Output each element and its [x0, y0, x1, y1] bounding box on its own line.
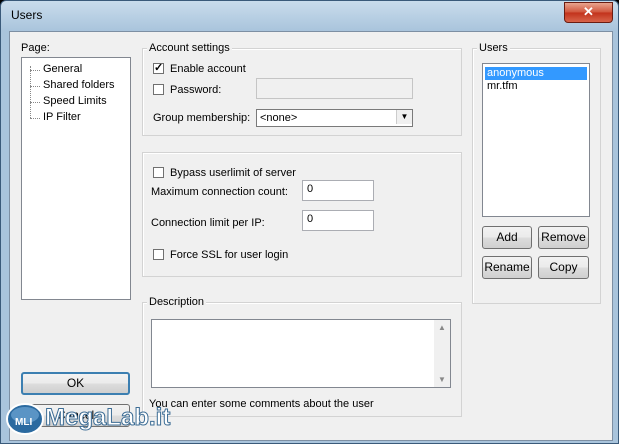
description-group: Description ▲ ▼ You can enter some comme…: [142, 296, 462, 417]
connection-limits-group: Bypass userlimit of server Maximum conne…: [142, 152, 462, 277]
copy-user-button[interactable]: Copy: [538, 256, 589, 279]
megalab-logo-icon: MLI MegaLab.it: [6, 403, 171, 435]
tree-item-shared-folders[interactable]: Shared folders: [43, 79, 115, 91]
max-connection-field[interactable]: 0: [302, 180, 374, 201]
title-bar[interactable]: Users ✕: [1, 1, 618, 31]
chevron-down-icon[interactable]: ▼: [396, 110, 412, 124]
password-checkbox[interactable]: [153, 84, 164, 95]
user-list-item-selected[interactable]: anonymous: [485, 67, 587, 80]
description-textarea[interactable]: ▲ ▼: [151, 319, 451, 388]
tree-connector: [30, 86, 40, 87]
tree-item-general[interactable]: General: [43, 63, 82, 75]
tree-vertical-line: [30, 66, 31, 118]
tree-item-speed-limits[interactable]: Speed Limits: [43, 95, 107, 107]
force-ssl-label: Force SSL for user login: [170, 249, 289, 261]
dialog-client-area: Page: General Shared folders Speed Limit…: [9, 31, 613, 441]
remove-user-button[interactable]: Remove: [538, 226, 589, 249]
tree-connector: [30, 70, 40, 71]
users-group: Users anonymous mr.tfm Add Remove Rename…: [472, 42, 601, 304]
force-ssl-checkbox[interactable]: [153, 249, 164, 260]
bypass-userlimit-checkbox[interactable]: [153, 167, 164, 178]
group-membership-label: Group membership:: [153, 112, 251, 124]
users-legend: Users: [477, 42, 510, 54]
account-settings-group: Account settings ✓ Enable account Passwo…: [142, 42, 462, 136]
rename-user-button[interactable]: Rename: [482, 256, 532, 279]
description-scrollbar[interactable]: ▲ ▼: [434, 320, 450, 387]
password-field[interactable]: [256, 78, 413, 99]
tree-item-ip-filter[interactable]: IP Filter: [43, 111, 81, 123]
close-icon: ✕: [583, 4, 594, 19]
ok-button[interactable]: OK: [21, 372, 130, 395]
window-title: Users: [11, 8, 43, 22]
page-tree[interactable]: General Shared folders Speed Limits IP F…: [21, 57, 131, 300]
add-user-button[interactable]: Add: [482, 226, 532, 249]
group-membership-value: <none>: [260, 112, 298, 124]
conn-limit-per-ip-field[interactable]: 0: [302, 210, 374, 231]
page-label: Page:: [21, 42, 50, 54]
watermark-badge: MLI: [15, 417, 32, 428]
description-legend: Description: [147, 296, 207, 308]
account-settings-legend: Account settings: [147, 42, 232, 54]
group-membership-select[interactable]: <none> ▼: [256, 109, 413, 127]
tree-connector: [30, 118, 40, 119]
watermark-logo: MLI MegaLab.it: [3, 395, 183, 439]
max-connection-label: Maximum connection count:: [151, 186, 288, 198]
users-list[interactable]: anonymous mr.tfm: [482, 63, 590, 217]
users-dialog-window: Users ✕ Page: General Shared folders Spe…: [0, 0, 619, 444]
scroll-down-icon[interactable]: ▼: [434, 375, 450, 384]
close-button[interactable]: ✕: [564, 2, 613, 23]
watermark-text: MegaLab.it: [45, 404, 170, 431]
scroll-up-icon[interactable]: ▲: [434, 323, 450, 332]
user-list-item[interactable]: mr.tfm: [485, 80, 518, 93]
conn-limit-per-ip-label: Connection limit per IP:: [151, 217, 265, 229]
bypass-userlimit-label: Bypass userlimit of server: [170, 167, 296, 179]
enable-account-checkbox[interactable]: ✓: [153, 63, 164, 74]
enable-account-label: Enable account: [170, 63, 246, 75]
password-label: Password:: [170, 84, 222, 96]
tree-connector: [30, 102, 40, 103]
